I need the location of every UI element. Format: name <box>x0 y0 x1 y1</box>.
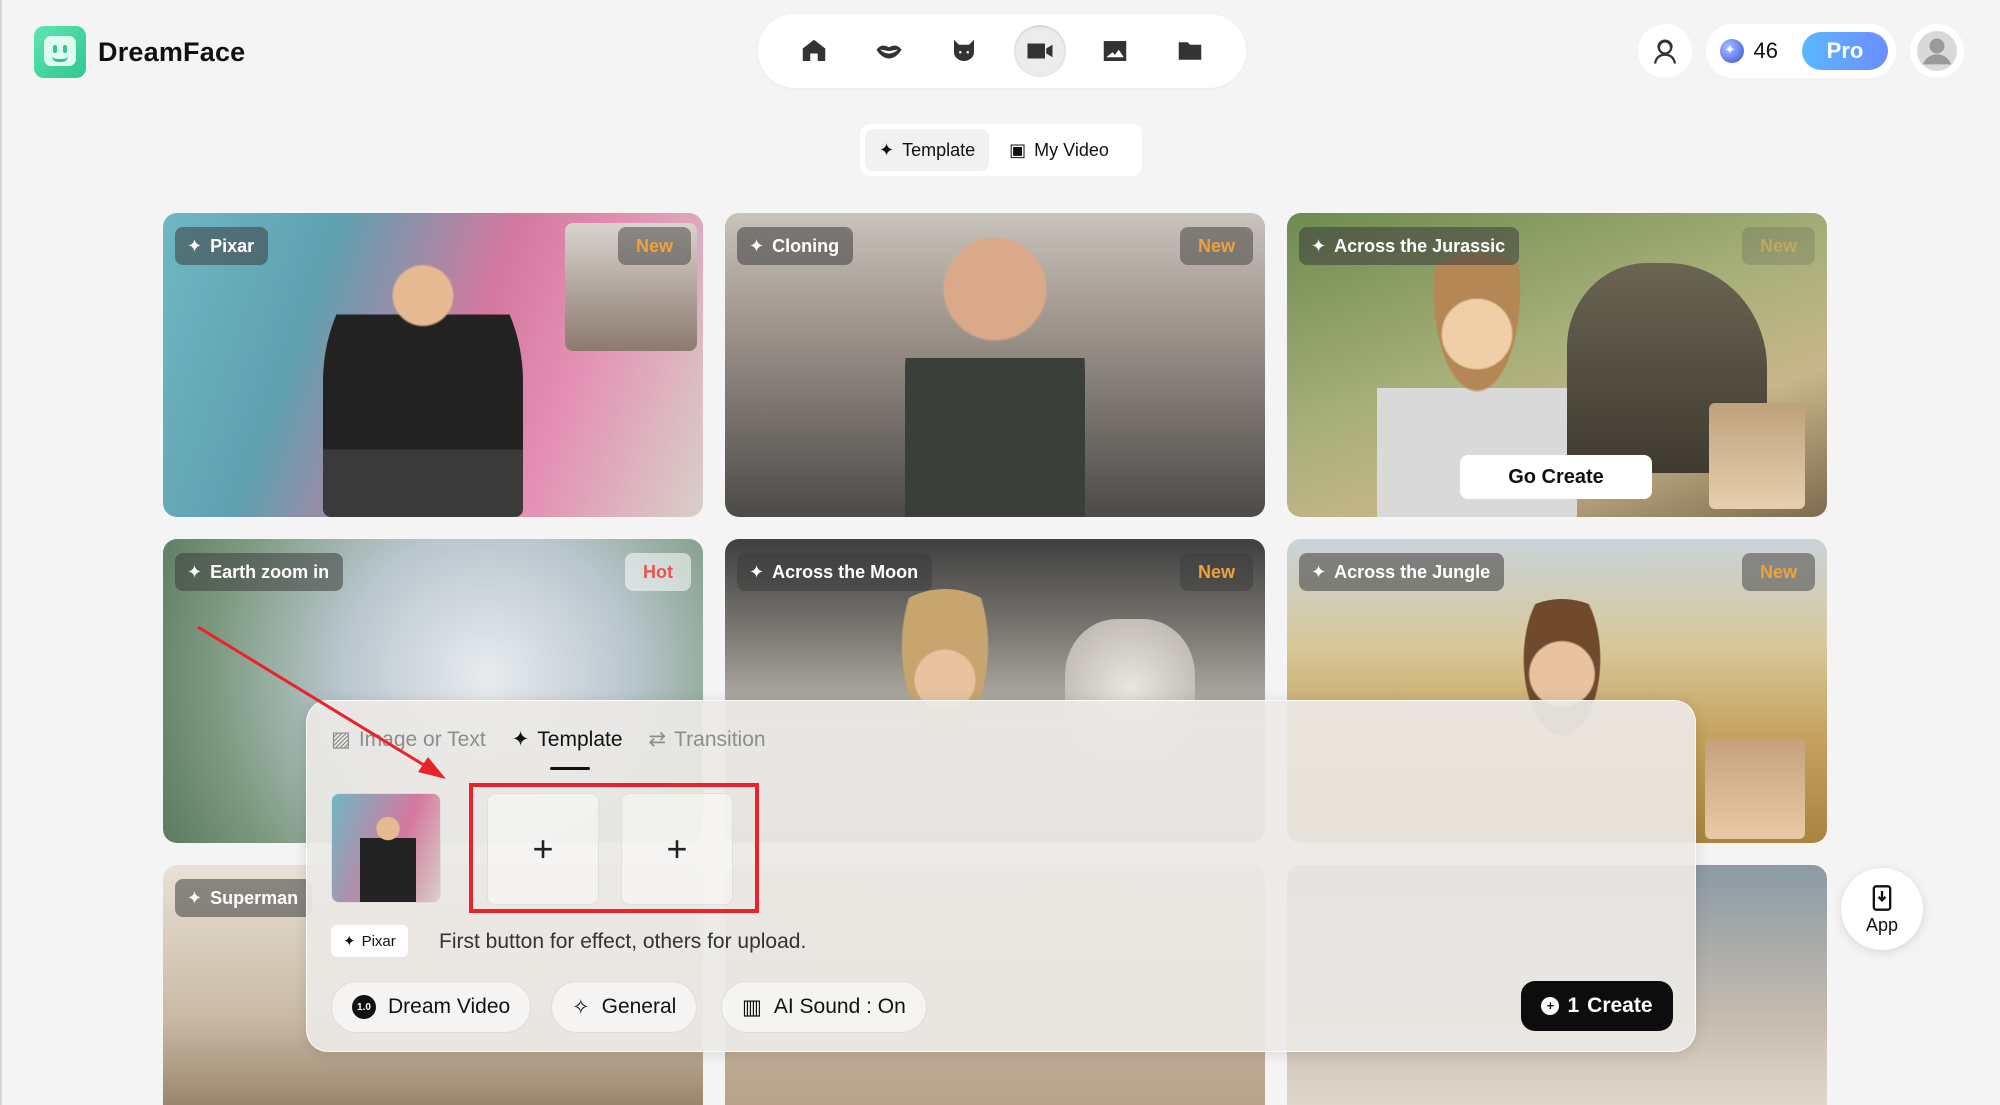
template-myvideo-switch: ✦ Template ▣ My Video <box>860 124 1142 176</box>
card-title: ✦ Across the Moon <box>737 553 933 591</box>
card-badge: New <box>1179 553 1253 591</box>
jurassic-reference-thumb <box>1709 403 1805 509</box>
home-icon <box>802 39 825 61</box>
active-tab-underline <box>549 767 590 770</box>
video-camera-icon <box>1027 43 1053 59</box>
nav-home[interactable] <box>788 25 840 77</box>
support-button[interactable] <box>1637 24 1692 78</box>
pixar-characters <box>323 247 523 517</box>
segment-template[interactable]: ✦ Template <box>865 129 990 171</box>
template-card-across-the-jurassic[interactable]: ✦ Across the Jurassic New Go Create <box>1287 213 1827 517</box>
tab-template[interactable]: ✦ Template <box>511 727 623 770</box>
sparkle-icon: ✦ <box>187 561 203 582</box>
pro-button[interactable]: Pro <box>1802 32 1888 70</box>
upload-highlight-box <box>469 783 759 913</box>
sparkle-icon: ✦ <box>343 933 356 950</box>
model-selector[interactable]: 1.0 Dream Video <box>331 981 532 1033</box>
jungle-reference-thumb <box>1705 739 1805 839</box>
card-badge: Hot <box>625 553 691 591</box>
tab-image-or-text[interactable]: ▨ Image or Text <box>331 727 486 752</box>
download-app-button[interactable]: App <box>1841 868 1923 950</box>
sparkle-icon: ✦ <box>187 887 203 908</box>
sparkle-icon: ✦ <box>1311 235 1327 256</box>
credit-count: 46 <box>1753 38 1778 63</box>
segment-my-video[interactable]: ▣ My Video <box>995 129 1123 171</box>
user-avatar[interactable] <box>1910 24 1964 78</box>
cloning-person <box>905 223 1085 517</box>
nav-video[interactable] <box>1013 25 1066 77</box>
template-card-cloning[interactable]: ✦ Cloning New <box>725 213 1265 517</box>
sparkle-icon: ✦ <box>1311 561 1327 582</box>
magic-wand-icon: ✧ <box>572 995 590 1019</box>
window-edge <box>0 0 2 1105</box>
user-icon <box>1917 31 1957 71</box>
model-version-badge: 1.0 <box>352 995 376 1019</box>
card-badge: New <box>617 227 691 265</box>
create-panel: ▨ Image or Text ✦ Template ⇄ Transition … <box>306 700 1696 1052</box>
transition-icon: ⇄ <box>648 728 667 751</box>
logo-icon <box>34 26 86 78</box>
image-icon <box>1103 41 1127 61</box>
main-nav <box>758 14 1246 88</box>
style-selector[interactable]: ✧ General <box>551 981 698 1033</box>
selected-template-thumb[interactable] <box>331 793 441 903</box>
nav-lip-sync[interactable] <box>863 25 915 77</box>
nav-image[interactable] <box>1089 25 1141 77</box>
card-title: ✦ Superman <box>175 879 313 917</box>
template-card-pixar[interactable]: ✦ Pixar New <box>163 213 703 517</box>
credits-display[interactable]: 46 Pro <box>1705 24 1896 78</box>
phone-download-icon <box>1872 884 1892 911</box>
sparkle-icon: ✦ <box>879 139 895 160</box>
folder-icon <box>1179 42 1202 60</box>
lips-icon <box>876 45 902 59</box>
credit-gem-icon <box>1719 39 1744 63</box>
panel-tabs: ▨ Image or Text ✦ Template ⇄ Transition <box>331 727 766 770</box>
pixar-characters <box>360 812 416 902</box>
app-logo[interactable]: DreamFace <box>34 26 245 78</box>
cat-icon <box>954 39 975 61</box>
ai-sound-toggle[interactable]: ▥ AI Sound : On <box>721 981 927 1033</box>
card-title: ✦ Across the Jungle <box>1299 553 1505 591</box>
sparkle-icon: ✦ <box>749 561 765 582</box>
sparkle-icon: ✦ <box>187 235 203 256</box>
sound-wave-icon: ▥ <box>742 995 762 1019</box>
nav-pet[interactable] <box>938 25 990 77</box>
card-title: ✦ Pixar <box>175 227 269 265</box>
card-title: ✦ Across the Jurassic <box>1299 227 1520 265</box>
tab-transition[interactable]: ⇄ Transition <box>649 727 766 752</box>
header-right: 46 Pro <box>1637 24 1964 78</box>
card-title: ✦ Earth zoom in <box>175 553 344 591</box>
selected-template-tag: ✦ Pixar <box>331 925 408 957</box>
upload-hint: First button for effect, others for uplo… <box>439 930 807 953</box>
agent-icon <box>1653 39 1676 64</box>
go-create-button[interactable]: Go Create <box>1460 455 1652 499</box>
credit-coin-icon: + <box>1541 997 1560 1015</box>
card-badge: New <box>1179 227 1253 265</box>
card-badge: New <box>1741 553 1815 591</box>
sparkle-icon: ✦ <box>511 728 530 751</box>
app-name: DreamFace <box>98 36 246 67</box>
nav-folder[interactable] <box>1164 25 1216 77</box>
card-title: ✦ Cloning <box>737 227 854 265</box>
sparkle-icon: ✦ <box>749 235 765 256</box>
video-library-icon: ▣ <box>1009 139 1027 160</box>
image-icon: ▨ <box>331 728 351 751</box>
card-badge: New <box>1741 227 1815 265</box>
create-button[interactable]: + 1 Create <box>1521 981 1673 1031</box>
